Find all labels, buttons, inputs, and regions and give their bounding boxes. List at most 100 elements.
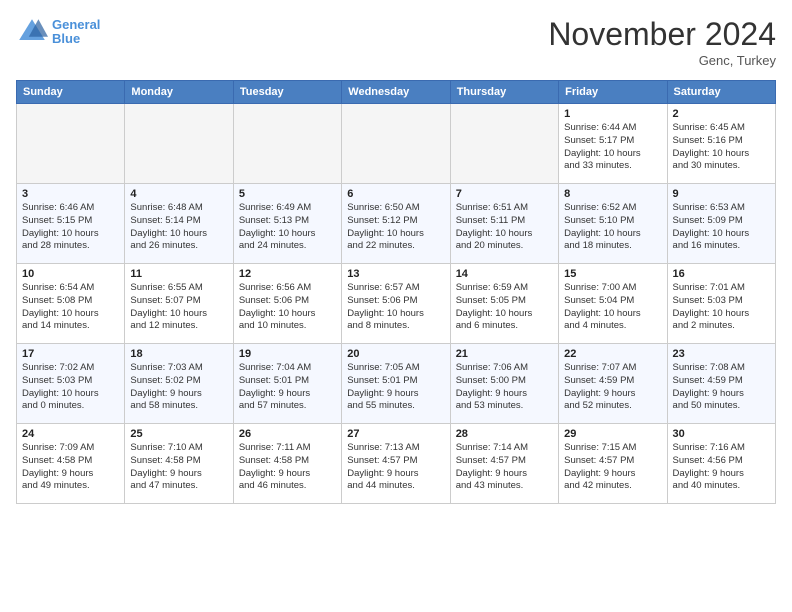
calendar-cell: 23 Sunrise: 7:08 AM Sunset: 4:59 PM Dayli… [667,344,775,424]
calendar-cell [125,104,233,184]
day-detail: Sunrise: 7:11 AM Sunset: 4:58 PM Dayligh… [239,442,336,493]
day-detail: Sunrise: 7:10 AM Sunset: 4:58 PM Dayligh… [130,442,227,493]
day-detail: Sunrise: 6:51 AM Sunset: 5:11 PM Dayligh… [456,202,553,253]
calendar-cell: 18Sunrise: 7:03 AM Sunset: 5:02 PM Dayli… [125,344,233,424]
day-number: 30 [673,428,770,440]
calendar-cell: 10 Sunrise: 6:54 AM Sunset: 5:08 PM Dayli… [17,264,125,344]
day-number: 23 [673,348,770,360]
day-number: 20 [347,348,444,360]
calendar-cell: 20Sunrise: 7:05 AM Sunset: 5:01 PM Dayli… [342,344,450,424]
calendar-cell: 1 Sunrise: 6:44 AM Sunset: 5:17 PM Daylig… [559,104,667,184]
weekday-header-friday: Friday [559,81,667,104]
day-detail: Sunrise: 7:04 AM Sunset: 5:01 PM Dayligh… [239,362,336,413]
day-number: 8 [564,188,661,200]
calendar-cell: 15Sunrise: 7:00 AM Sunset: 5:04 PM Dayli… [559,264,667,344]
day-number: 24 [22,428,119,440]
day-number: 14 [456,268,553,280]
calendar-cell: 11 Sunrise: 6:55 AM Sunset: 5:07 PM Dayli… [125,264,233,344]
day-detail: Sunrise: 6:52 AM Sunset: 5:10 PM Dayligh… [564,202,661,253]
calendar-cell: 21 Sunrise: 7:06 AM Sunset: 5:00 PM Dayli… [450,344,558,424]
calendar-cell: 3Sunrise: 6:46 AM Sunset: 5:15 PM Daylig… [17,184,125,264]
calendar-table: SundayMondayTuesdayWednesdayThursdayFrid… [16,80,776,504]
day-number: 2 [673,108,770,120]
calendar-cell: 30 Sunrise: 7:16 AM Sunset: 4:56 PM Dayli… [667,424,775,504]
weekday-header-monday: Monday [125,81,233,104]
logo: General Blue [16,16,100,48]
calendar-cell: 7 Sunrise: 6:51 AM Sunset: 5:11 PM Daylig… [450,184,558,264]
calendar-cell: 13 Sunrise: 6:57 AM Sunset: 5:06 PM Dayli… [342,264,450,344]
day-number: 25 [130,428,227,440]
calendar-cell: 22Sunrise: 7:07 AM Sunset: 4:59 PM Dayli… [559,344,667,424]
day-detail: Sunrise: 6:44 AM Sunset: 5:17 PM Dayligh… [564,122,661,173]
logo-icon [16,16,48,48]
calendar-cell: 8 Sunrise: 6:52 AM Sunset: 5:10 PM Daylig… [559,184,667,264]
calendar-cell: 25 Sunrise: 7:10 AM Sunset: 4:58 PM Dayli… [125,424,233,504]
weekday-header-row: SundayMondayTuesdayWednesdayThursdayFrid… [17,81,776,104]
calendar-cell: 5 Sunrise: 6:49 AM Sunset: 5:13 PM Daylig… [233,184,341,264]
calendar-cell: 27 Sunrise: 7:13 AM Sunset: 4:57 PM Dayli… [342,424,450,504]
calendar-week-3: 10 Sunrise: 6:54 AM Sunset: 5:08 PM Dayli… [17,264,776,344]
calendar-week-4: 17 Sunrise: 7:02 AM Sunset: 5:03 PM Dayli… [17,344,776,424]
weekday-header-sunday: Sunday [17,81,125,104]
day-number: 27 [347,428,444,440]
day-number: 13 [347,268,444,280]
day-detail: Sunrise: 7:16 AM Sunset: 4:56 PM Dayligh… [673,442,770,493]
day-detail: Sunrise: 7:03 AM Sunset: 5:02 PM Dayligh… [130,362,227,413]
day-detail: Sunrise: 6:55 AM Sunset: 5:07 PM Dayligh… [130,282,227,333]
day-detail: Sunrise: 6:54 AM Sunset: 5:08 PM Dayligh… [22,282,119,333]
calendar-cell: 16 Sunrise: 7:01 AM Sunset: 5:03 PM Dayli… [667,264,775,344]
month-title: November 2024 [548,16,776,53]
title-block: November 2024 Genc, Turkey [548,16,776,68]
logo-text: General Blue [52,18,100,47]
day-number: 11 [130,268,227,280]
day-number: 26 [239,428,336,440]
calendar-cell [342,104,450,184]
day-number: 10 [22,268,119,280]
calendar-cell: 9 Sunrise: 6:53 AM Sunset: 5:09 PM Daylig… [667,184,775,264]
weekday-header-tuesday: Tuesday [233,81,341,104]
day-number: 17 [22,348,119,360]
day-detail: Sunrise: 6:57 AM Sunset: 5:06 PM Dayligh… [347,282,444,333]
day-number: 9 [673,188,770,200]
calendar-cell [233,104,341,184]
day-number: 1 [564,108,661,120]
day-detail: Sunrise: 6:56 AM Sunset: 5:06 PM Dayligh… [239,282,336,333]
calendar-cell: 12 Sunrise: 6:56 AM Sunset: 5:06 PM Dayli… [233,264,341,344]
day-detail: Sunrise: 7:14 AM Sunset: 4:57 PM Dayligh… [456,442,553,493]
day-detail: Sunrise: 6:46 AM Sunset: 5:15 PM Dayligh… [22,202,119,253]
calendar-cell: 4 Sunrise: 6:48 AM Sunset: 5:14 PM Daylig… [125,184,233,264]
calendar-cell: 29 Sunrise: 7:15 AM Sunset: 4:57 PM Dayli… [559,424,667,504]
day-detail: Sunrise: 6:53 AM Sunset: 5:09 PM Dayligh… [673,202,770,253]
day-number: 6 [347,188,444,200]
calendar-cell [17,104,125,184]
calendar-week-1: 1 Sunrise: 6:44 AM Sunset: 5:17 PM Daylig… [17,104,776,184]
day-detail: Sunrise: 6:50 AM Sunset: 5:12 PM Dayligh… [347,202,444,253]
day-number: 12 [239,268,336,280]
day-detail: Sunrise: 7:09 AM Sunset: 4:58 PM Dayligh… [22,442,119,493]
logo-line1: General [52,17,100,32]
day-detail: Sunrise: 7:07 AM Sunset: 4:59 PM Dayligh… [564,362,661,413]
calendar-week-2: 3Sunrise: 6:46 AM Sunset: 5:15 PM Daylig… [17,184,776,264]
calendar-cell: 17 Sunrise: 7:02 AM Sunset: 5:03 PM Dayli… [17,344,125,424]
day-number: 19 [239,348,336,360]
day-detail: Sunrise: 7:02 AM Sunset: 5:03 PM Dayligh… [22,362,119,413]
day-detail: Sunrise: 7:15 AM Sunset: 4:57 PM Dayligh… [564,442,661,493]
day-number: 21 [456,348,553,360]
calendar-cell: 24 Sunrise: 7:09 AM Sunset: 4:58 PM Dayli… [17,424,125,504]
calendar-cell: 19 Sunrise: 7:04 AM Sunset: 5:01 PM Dayli… [233,344,341,424]
day-detail: Sunrise: 7:06 AM Sunset: 5:00 PM Dayligh… [456,362,553,413]
day-number: 28 [456,428,553,440]
day-detail: Sunrise: 7:01 AM Sunset: 5:03 PM Dayligh… [673,282,770,333]
day-number: 5 [239,188,336,200]
calendar-cell: 2Sunrise: 6:45 AM Sunset: 5:16 PM Daylig… [667,104,775,184]
day-detail: Sunrise: 6:49 AM Sunset: 5:13 PM Dayligh… [239,202,336,253]
day-detail: Sunrise: 7:08 AM Sunset: 4:59 PM Dayligh… [673,362,770,413]
day-detail: Sunrise: 6:48 AM Sunset: 5:14 PM Dayligh… [130,202,227,253]
weekday-header-wednesday: Wednesday [342,81,450,104]
day-number: 16 [673,268,770,280]
day-detail: Sunrise: 7:13 AM Sunset: 4:57 PM Dayligh… [347,442,444,493]
day-number: 29 [564,428,661,440]
calendar-cell: 26 Sunrise: 7:11 AM Sunset: 4:58 PM Dayli… [233,424,341,504]
day-number: 7 [456,188,553,200]
day-number: 4 [130,188,227,200]
